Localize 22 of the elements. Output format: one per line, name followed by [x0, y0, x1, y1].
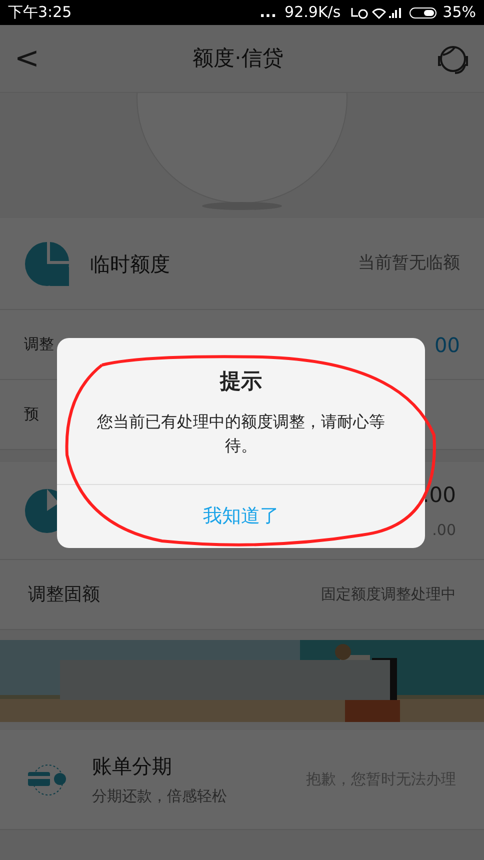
confirm-button[interactable]: 我知道了 [57, 484, 425, 548]
installment-title: 账单分期 [92, 753, 173, 780]
pie-chart-icon [24, 240, 70, 286]
dialog-message: 您当前已有处理中的额度调整，请耐心等待。 [96, 410, 386, 456]
battery-percent: 35% [442, 2, 476, 24]
fixed-quota-value: .00 [422, 482, 456, 508]
installment-subtitle: 分期还款，倍感轻松 [92, 786, 227, 808]
temp-quota-title: 临时额度 [90, 250, 170, 278]
page-title: 额度·信贷 [192, 44, 284, 72]
status-time: 下午3:25 [8, 2, 72, 24]
temp-quota-status: 当前暂无临额 [358, 252, 460, 275]
dialog-title: 提示 [220, 368, 262, 395]
battery-icon [408, 6, 439, 20]
row-value: 固定额度调整处理中 [321, 584, 456, 606]
network-speed: 92.9K/s [284, 2, 341, 24]
card-coin-icon [28, 762, 68, 796]
row-label[interactable]: 预 [24, 403, 39, 426]
row-value: 00 [434, 332, 460, 358]
row-label[interactable]: 调整固额 [28, 581, 100, 608]
status-dots: ... [259, 2, 277, 24]
row-label[interactable]: 调整 [24, 333, 54, 356]
back-button[interactable]: < [12, 36, 42, 81]
